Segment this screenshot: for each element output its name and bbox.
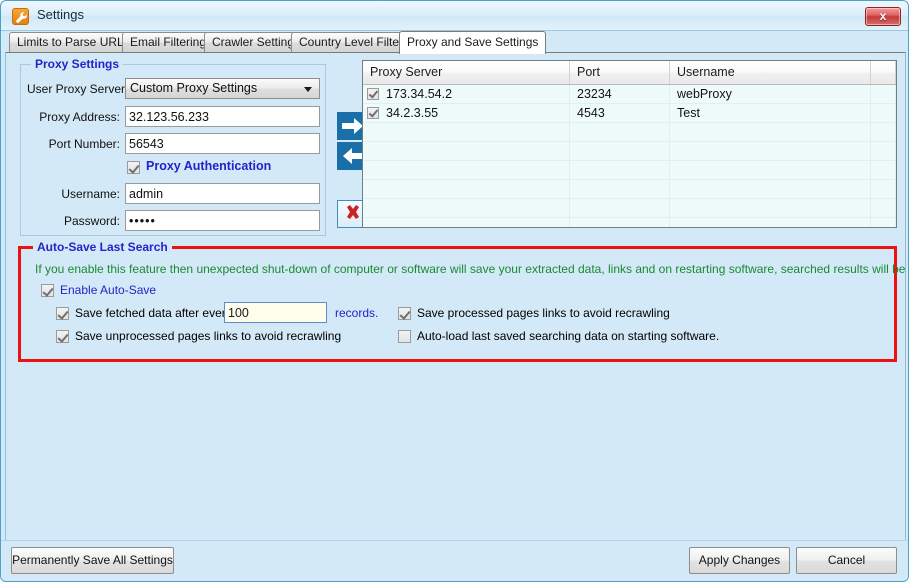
close-button[interactable]: x — [865, 7, 901, 26]
proxy-settings-group-title: Proxy Settings — [31, 57, 124, 71]
table-row-empty[interactable] — [363, 142, 896, 161]
tab-strip: Limits to Parse URL Email Filtering Craw… — [9, 31, 902, 54]
chevron-down-icon — [304, 87, 312, 92]
cancel-button[interactable]: Cancel — [796, 547, 897, 574]
table-row-empty[interactable] — [363, 199, 896, 218]
table-row[interactable]: 173.34.54.2 23234 webProxy — [363, 85, 896, 104]
port-number-label: Port Number: — [48, 137, 120, 151]
auto-save-group-title: Auto-Save Last Search — [33, 240, 172, 254]
column-header-extra[interactable] — [871, 61, 896, 84]
user-proxy-server-label: User Proxy Server: — [27, 82, 129, 96]
cell-empty — [363, 161, 570, 179]
settings-window: Settings x Limits to Parse URL Email Fil… — [0, 0, 909, 582]
cell-empty — [570, 161, 670, 179]
cell-empty — [363, 218, 570, 227]
table-row-empty[interactable] — [363, 123, 896, 142]
proxy-authentication-label[interactable]: Proxy Authentication — [146, 159, 271, 173]
user-proxy-server-value: Custom Proxy Settings — [130, 81, 258, 95]
cell-empty — [871, 123, 896, 141]
column-header-port[interactable]: Port — [570, 61, 670, 84]
cell-empty — [871, 161, 896, 179]
password-label: Password: — [63, 214, 120, 228]
cell-username: Test — [670, 104, 871, 122]
cell-empty — [570, 123, 670, 141]
title-bar: Settings x — [1, 1, 908, 31]
cell-proxy-server: 173.34.54.2 — [363, 85, 570, 103]
cell-empty — [363, 180, 570, 198]
proxy-address-label: Proxy Address: — [39, 110, 120, 124]
proxy-address-input[interactable] — [125, 106, 320, 127]
auto-load-last-saved-checkbox[interactable] — [398, 330, 411, 343]
save-unprocessed-pages-checkbox[interactable] — [56, 330, 69, 343]
cell-empty — [363, 199, 570, 217]
save-processed-pages-label[interactable]: Save processed pages links to avoid recr… — [417, 306, 670, 320]
cell-empty — [871, 199, 896, 217]
cell-port: 23234 — [570, 85, 670, 103]
save-fetched-data-label[interactable]: Save fetched data after every — [75, 306, 232, 320]
proxy-grid-body: 173.34.54.2 23234 webProxy 34.2.3.55 454… — [363, 85, 896, 227]
permanently-save-all-settings-button[interactable]: Permanently Save All Settings — [11, 547, 174, 574]
auto-save-last-search-group: Auto-Save Last Search If you enable this… — [18, 240, 908, 362]
tab-proxy-and-save-settings[interactable]: Proxy and Save Settings — [399, 31, 547, 54]
user-proxy-server-dropdown[interactable]: Custom Proxy Settings — [125, 78, 320, 99]
cell-empty — [670, 161, 871, 179]
apply-changes-button[interactable]: Apply Changes — [689, 547, 790, 574]
cell-empty — [670, 142, 871, 160]
table-row-empty[interactable] — [363, 180, 896, 199]
enable-auto-save-label[interactable]: Enable Auto-Save — [60, 283, 156, 297]
cell-empty — [570, 142, 670, 160]
proxy-authentication-checkbox[interactable] — [127, 161, 140, 174]
cell-port: 4543 — [570, 104, 670, 122]
cell-empty — [363, 142, 570, 160]
cell-empty — [871, 142, 896, 160]
cell-empty — [363, 123, 570, 141]
save-unprocessed-pages-label[interactable]: Save unprocessed pages links to avoid re… — [75, 329, 341, 343]
column-header-proxy-server[interactable]: Proxy Server — [363, 61, 570, 84]
wrench-icon — [12, 8, 29, 25]
save-processed-pages-checkbox[interactable] — [398, 307, 411, 320]
cell-extra — [871, 85, 896, 103]
table-row-empty[interactable] — [363, 218, 896, 227]
window-title: Settings — [37, 7, 84, 22]
cell-empty — [871, 180, 896, 198]
cell-extra — [871, 104, 896, 122]
cell-proxy-server: 34.2.3.55 — [363, 104, 570, 122]
auto-load-last-saved-label[interactable]: Auto-load last saved searching data on s… — [417, 329, 719, 343]
cell-empty — [570, 218, 670, 227]
cell-empty — [570, 180, 670, 198]
footer-bar: Permanently Save All Settings Apply Chan… — [1, 540, 908, 581]
enable-auto-save-checkbox[interactable] — [41, 284, 54, 297]
cell-username: webProxy — [670, 85, 871, 103]
username-input[interactable] — [125, 183, 320, 204]
tab-email-filtering[interactable]: Email Filtering — [122, 32, 215, 52]
cell-empty — [670, 218, 871, 227]
port-number-input[interactable] — [125, 133, 320, 154]
cell-empty — [670, 180, 871, 198]
save-fetched-data-checkbox[interactable] — [56, 307, 69, 320]
column-header-username[interactable]: Username — [670, 61, 871, 84]
table-row[interactable]: 34.2.3.55 4543 Test — [363, 104, 896, 123]
cell-empty — [871, 218, 896, 227]
table-row-empty[interactable] — [363, 161, 896, 180]
cell-empty — [570, 199, 670, 217]
records-interval-input[interactable] — [224, 302, 327, 323]
close-icon: x — [879, 9, 887, 23]
password-input[interactable] — [125, 210, 320, 231]
records-suffix-label: records. — [335, 306, 379, 320]
auto-save-description: If you enable this feature then unexpect… — [35, 262, 909, 276]
cell-empty — [670, 123, 871, 141]
proxy-grid-header: Proxy Server Port Username — [363, 61, 896, 85]
proxy-grid[interactable]: Proxy Server Port Username 173.34.54.2 2… — [362, 60, 897, 228]
tab-limits-to-parse-url[interactable]: Limits to Parse URL — [9, 32, 132, 52]
cell-empty — [670, 199, 871, 217]
tab-panel-proxy-and-save-settings: Proxy Settings User Proxy Server: Custom… — [5, 52, 908, 541]
username-label: Username: — [61, 187, 120, 201]
proxy-settings-group: Proxy Settings User Proxy Server: Custom… — [20, 57, 326, 236]
